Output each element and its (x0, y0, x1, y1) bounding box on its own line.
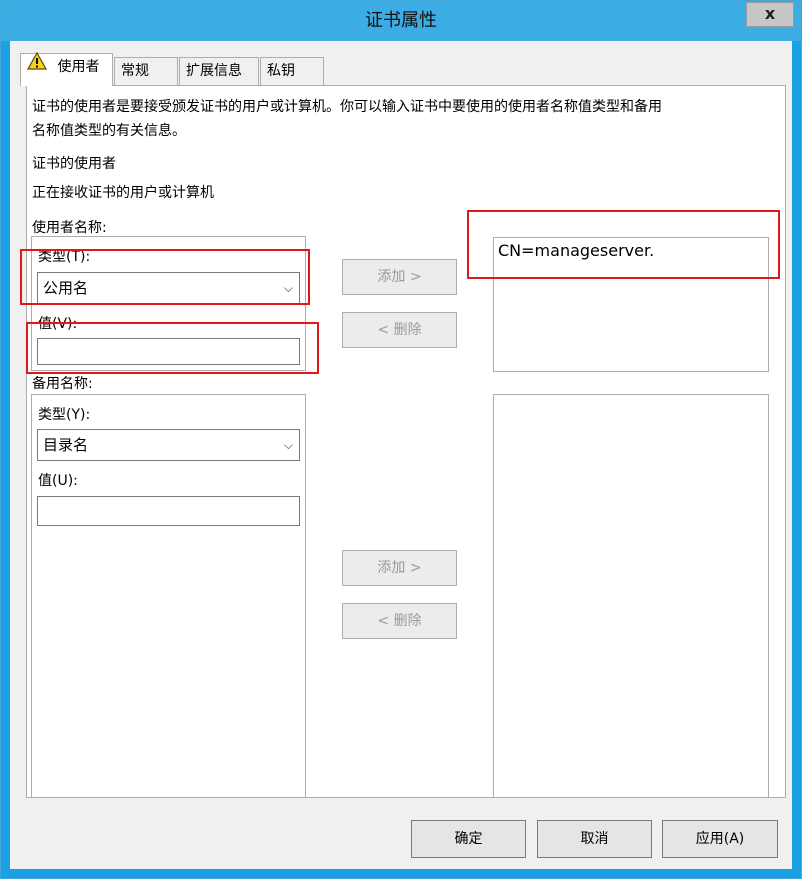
cancel-button[interactable]: 取消 (537, 820, 652, 858)
alt-name-group-label: 备用名称: (32, 376, 93, 392)
dialog-window: 证书属性 x 使用者 常规 扩展信息 私钥 证书的使用者是要接受颁发证书的用户或… (0, 0, 802, 879)
alt-value-label: 值(U): (38, 473, 78, 489)
alt-type-label: 类型(Y): (38, 407, 91, 423)
tab-subject[interactable]: 使用者 (20, 51, 113, 86)
close-button[interactable]: x (746, 2, 794, 27)
subject-remove-button[interactable]: < 删除 (342, 312, 457, 348)
apply-button[interactable]: 应用(A) (662, 820, 778, 858)
tab-private-key[interactable]: 私钥 (260, 57, 324, 85)
tab-subject-label: 使用者 (57, 59, 100, 75)
alt-add-button[interactable]: 添加 > (342, 550, 457, 586)
subject-name-group-label: 使用者名称: (32, 220, 107, 236)
alt-value-input[interactable] (37, 496, 300, 526)
panel-description-line2: 名称值类型的有关信息。 (32, 123, 186, 139)
tab-panel-subject: 证书的使用者是要接受颁发证书的用户或计算机。你可以输入证书中要使用的使用者名称值… (26, 85, 786, 798)
panel-description-line1: 证书的使用者是要接受颁发证书的用户或计算机。你可以输入证书中要使用的使用者名称值… (32, 99, 662, 115)
annotation-box-value (26, 322, 319, 374)
window-title: 证书属性 (365, 10, 437, 31)
title-bar[interactable]: 证书属性 x (1, 1, 801, 41)
tab-private-key-label: 私钥 (267, 63, 295, 79)
subject-add-button[interactable]: 添加 > (342, 259, 457, 295)
warning-icon (26, 51, 48, 79)
subject-description: 正在接收证书的用户或计算机 (32, 185, 214, 201)
alt-name-list[interactable] (493, 394, 769, 798)
alt-type-select[interactable]: 目录名 ⌵ (37, 429, 300, 461)
tab-extensions-label: 扩展信息 (186, 63, 242, 79)
ok-button[interactable]: 确定 (411, 820, 526, 858)
chevron-down-icon: ⌵ (283, 438, 293, 452)
tab-extensions[interactable]: 扩展信息 (179, 57, 259, 85)
tab-general-label: 常规 (121, 63, 149, 79)
dialog-client-area: 使用者 常规 扩展信息 私钥 证书的使用者是要接受颁发证书的用户或计算机。你可以… (10, 41, 792, 869)
subject-heading: 证书的使用者 (32, 156, 116, 172)
alt-remove-button[interactable]: < 删除 (342, 603, 457, 639)
tab-general[interactable]: 常规 (114, 57, 178, 85)
annotation-box-subject-list (467, 210, 780, 279)
alt-type-value: 目录名 (43, 436, 89, 454)
annotation-box-type (20, 249, 310, 305)
